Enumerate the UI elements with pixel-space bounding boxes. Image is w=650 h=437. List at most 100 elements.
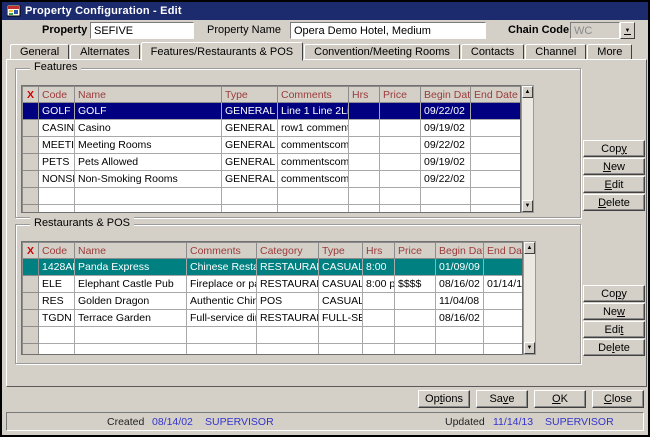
features-edit-button[interactable]: Edit — [583, 176, 645, 193]
restaurants-delete-button[interactable]: Delete — [583, 339, 645, 356]
scroll-down-icon[interactable]: ▼ — [522, 200, 533, 212]
cell[interactable] — [471, 205, 521, 214]
cell[interactable]: NONSMK — [39, 171, 75, 188]
cell[interactable] — [380, 171, 421, 188]
cell[interactable] — [421, 205, 471, 214]
cell[interactable]: GENERAL — [222, 120, 278, 137]
cell[interactable] — [380, 137, 421, 154]
table-row[interactable] — [23, 327, 524, 344]
row-indicator[interactable] — [23, 171, 39, 188]
cell[interactable] — [395, 310, 436, 327]
features-copy-button[interactable]: Copy — [583, 140, 645, 157]
cell[interactable]: Authentic Chines — [187, 293, 257, 310]
cell[interactable] — [436, 344, 484, 356]
cell[interactable] — [278, 205, 349, 214]
cell[interactable] — [349, 171, 380, 188]
row-indicator[interactable] — [23, 344, 39, 356]
tab-contacts[interactable]: Contacts — [461, 44, 524, 60]
tab-more[interactable]: More — [587, 44, 632, 60]
cell[interactable] — [349, 205, 380, 214]
cell[interactable]: 01/14/11 — [484, 276, 524, 293]
cell[interactable] — [75, 344, 187, 356]
cell[interactable]: 1428AD — [39, 259, 75, 276]
cell[interactable] — [395, 293, 436, 310]
row-indicator[interactable] — [23, 188, 39, 205]
table-row[interactable]: TGDNTerrace GardenFull-service dininREST… — [23, 310, 524, 327]
cell[interactable] — [363, 327, 395, 344]
cell[interactable]: RESTAURANT — [257, 259, 319, 276]
cell[interactable]: POS — [257, 293, 319, 310]
cell[interactable]: CASINO — [39, 120, 75, 137]
row-indicator[interactable] — [23, 310, 39, 327]
cell[interactable]: 09/22/02 — [421, 171, 471, 188]
cell[interactable]: Panda Express — [75, 259, 187, 276]
cell[interactable] — [436, 327, 484, 344]
scroll-down-icon[interactable]: ▼ — [524, 342, 535, 354]
cell[interactable]: 01/09/09 — [436, 259, 484, 276]
cell[interactable]: TGDN — [39, 310, 75, 327]
row-indicator[interactable] — [23, 293, 39, 310]
features-new-button[interactable]: New — [583, 158, 645, 175]
table-row[interactable]: 1428ADPanda ExpressChinese RestauRESTAUR… — [23, 259, 524, 276]
cell[interactable] — [395, 327, 436, 344]
row-indicator[interactable] — [23, 120, 39, 137]
cell[interactable] — [187, 327, 257, 344]
table-row[interactable] — [23, 188, 521, 205]
cell[interactable] — [222, 205, 278, 214]
cell[interactable]: 08/16/02 — [436, 276, 484, 293]
cell[interactable]: GENERAL — [222, 171, 278, 188]
save-button[interactable]: Save — [476, 390, 528, 408]
cell[interactable] — [319, 327, 363, 344]
cell[interactable]: GOLF — [39, 103, 75, 120]
cell[interactable] — [349, 137, 380, 154]
cell[interactable] — [349, 154, 380, 171]
table-row[interactable] — [23, 344, 524, 356]
cell[interactable]: 09/22/02 — [421, 103, 471, 120]
cell[interactable] — [349, 103, 380, 120]
cell[interactable] — [421, 188, 471, 205]
row-indicator[interactable] — [23, 205, 39, 214]
table-row[interactable] — [23, 205, 521, 214]
cell[interactable] — [278, 188, 349, 205]
cell[interactable]: Chinese Restau — [187, 259, 257, 276]
cell[interactable]: Line 1 Line 2Line — [278, 103, 349, 120]
table-row[interactable]: NONSMKNon-Smoking RoomsGENERALcommentsco… — [23, 171, 521, 188]
cell[interactable] — [471, 137, 521, 154]
cell[interactable] — [380, 188, 421, 205]
cell[interactable]: RESTAURANT — [257, 310, 319, 327]
cell[interactable]: commentscomme — [278, 154, 349, 171]
row-indicator[interactable] — [23, 103, 39, 120]
cell[interactable] — [380, 103, 421, 120]
cell[interactable]: 11/04/08 — [436, 293, 484, 310]
property-input[interactable] — [90, 22, 194, 39]
options-button[interactable]: Options — [418, 390, 470, 408]
cell[interactable]: GOLF — [75, 103, 222, 120]
cell[interactable]: CASUAL D — [319, 276, 363, 293]
cell[interactable]: commentscomme — [278, 171, 349, 188]
cell[interactable] — [363, 344, 395, 356]
cell[interactable]: RES — [39, 293, 75, 310]
cell[interactable] — [349, 188, 380, 205]
tab-features-restaurants-pos[interactable]: Features/Restaurants & POS — [141, 42, 303, 61]
cell[interactable]: Non-Smoking Rooms — [75, 171, 222, 188]
cell[interactable] — [39, 344, 75, 356]
chain-code-lov-button[interactable]: ▼ — [620, 22, 635, 39]
cell[interactable] — [395, 344, 436, 356]
cell[interactable] — [39, 327, 75, 344]
cell[interactable] — [484, 327, 524, 344]
cell[interactable]: 8:00 pm — [363, 276, 395, 293]
cell[interactable] — [363, 293, 395, 310]
cell[interactable] — [75, 188, 222, 205]
cell[interactable] — [380, 120, 421, 137]
cell[interactable] — [363, 310, 395, 327]
cell[interactable] — [471, 154, 521, 171]
table-row[interactable]: ELEElephant Castle PubFireplace or patRE… — [23, 276, 524, 293]
cell[interactable] — [471, 103, 521, 120]
cell[interactable]: 8:00 — [363, 259, 395, 276]
scroll-up-icon[interactable]: ▲ — [522, 86, 533, 98]
table-row[interactable]: RESGolden DragonAuthentic ChinesPOSCASUA… — [23, 293, 524, 310]
cell[interactable]: Golden Dragon — [75, 293, 187, 310]
cell[interactable]: row1 comments o — [278, 120, 349, 137]
restaurants-edit-button[interactable]: Edit — [583, 321, 645, 338]
ok-button[interactable]: OK — [534, 390, 586, 408]
